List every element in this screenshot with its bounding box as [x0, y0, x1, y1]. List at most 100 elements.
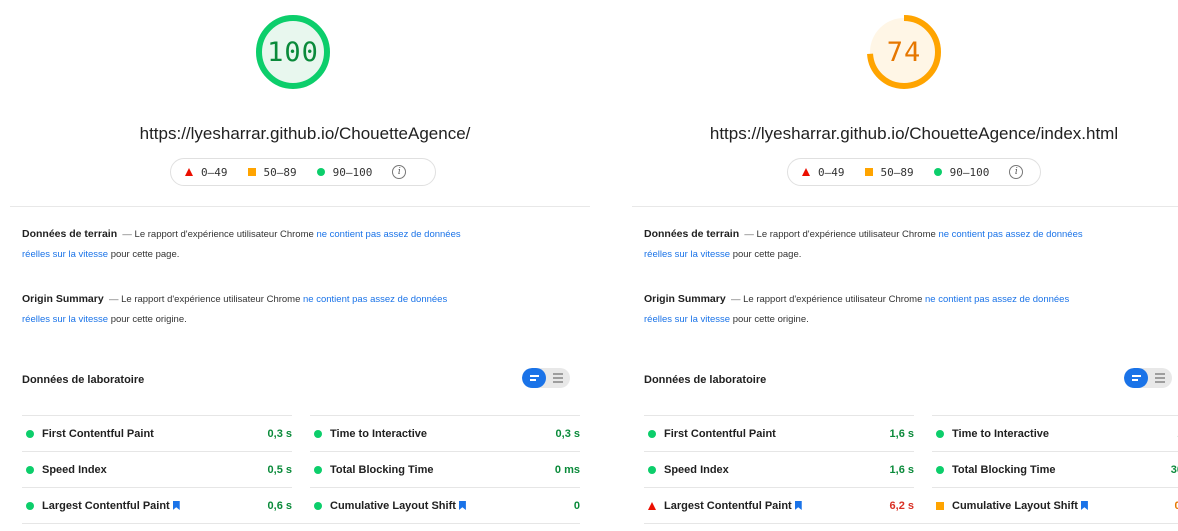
metric-name: Cumulative Layout Shift — [330, 500, 574, 512]
field-data-section: Données de terrain — Le rapport d'expéri… — [22, 228, 461, 260]
info-icon[interactable]: i — [1009, 165, 1024, 179]
report-panel-right: 74 https://lyesharrar.github.io/Chouette… — [632, 0, 1178, 531]
lab-data-heading: Données de laboratoire — [22, 374, 145, 386]
metric-row: First Contentful Paint 0,3 s — [22, 415, 292, 451]
metric-row: Speed Index 0,5 s — [22, 451, 292, 487]
circle-icon — [648, 465, 656, 474]
score-gauge: 100 — [255, 14, 331, 90]
square-icon — [936, 501, 944, 510]
circle-icon — [936, 465, 944, 474]
report-url: https://lyesharrar.github.io/ChouetteAge… — [709, 124, 1119, 143]
bookmark-icon[interactable] — [172, 501, 180, 510]
field-data-section: Données de terrain — Le rapport d'expéri… — [644, 228, 1083, 260]
view-toggle[interactable] — [522, 368, 570, 388]
list-view-icon[interactable] — [1148, 368, 1172, 388]
metric-label: First Contentful Paint — [42, 427, 154, 440]
list-view-icon[interactable] — [546, 368, 570, 388]
metric-label: Time to Interactive — [952, 427, 1049, 440]
divider — [644, 523, 1178, 524]
metric-value: 0 ms — [554, 463, 580, 476]
metric-value: 6,2 s — [889, 499, 914, 512]
metric-row: Largest Contentful Paint 0,6 s — [22, 487, 292, 523]
circle-icon — [314, 465, 322, 474]
info-icon[interactable]: i — [392, 165, 407, 179]
field-data-text: Le rapport d'expérience utilisateur Chro… — [134, 229, 314, 240]
metric-name: First Contentful Paint — [664, 428, 890, 440]
status-indicator — [310, 429, 330, 438]
bookmark-icon[interactable] — [458, 501, 466, 510]
divider — [632, 206, 1178, 207]
metric-row: Time to Interactive2,3 s — [932, 415, 1178, 451]
metric-label: Cumulative Layout Shift — [330, 499, 456, 512]
triangle-icon — [802, 168, 810, 176]
status-indicator — [932, 501, 952, 510]
field-data-heading: Données de terrain — [22, 228, 118, 240]
view-toggle[interactable] — [1124, 368, 1172, 388]
origin-summary-text: Le rapport d'expérience utilisateur Chro… — [743, 294, 923, 305]
origin-summary-heading: Origin Summary — [644, 293, 726, 305]
circle-icon — [26, 429, 34, 438]
legend-average-label: 50–89 — [880, 165, 914, 179]
legend-fail: 0–49 — [802, 166, 845, 179]
status-indicator — [644, 429, 664, 438]
square-icon — [864, 168, 873, 176]
metric-name: Largest Contentful Paint — [42, 500, 268, 512]
compact-view-icon[interactable] — [522, 368, 546, 388]
origin-summary-section: Origin Summary — Le rapport d'expérience… — [644, 293, 1070, 325]
metric-row: Cumulative Layout Shift 0,132 — [932, 487, 1178, 523]
metric-row: First Contentful Paint 1,6 s — [644, 415, 914, 451]
score-legend: 0–49 50–89 90–100 i — [170, 158, 436, 186]
legend-fail-label: 0–49 — [201, 165, 228, 179]
origin-summary-heading: Origin Summary — [22, 293, 104, 305]
metrics-grid: First Contentful Paint 1,6 s Time to Inter… — [644, 415, 1178, 523]
origin-summary-text: Le rapport d'expérience utilisateur Chro… — [121, 294, 301, 305]
metric-name: Total Blocking Time — [952, 464, 1171, 476]
status-indicator — [644, 465, 664, 474]
metric-label: Largest Contentful Paint — [664, 499, 792, 512]
performance-score: 100 — [267, 36, 319, 68]
origin-summary-suffix: pour cette origine. — [110, 314, 187, 325]
lab-data-heading: Données de laboratoire — [644, 374, 767, 386]
report-url: https://lyesharrar.github.io/ChouetteAge… — [139, 124, 471, 143]
status-indicator — [932, 465, 952, 474]
bookmark-icon[interactable] — [794, 501, 802, 510]
score-gauge: 74 — [866, 14, 942, 90]
status-indicator — [22, 465, 42, 474]
metric-value: 0,3 s — [267, 427, 292, 440]
compact-view-icon[interactable] — [1124, 368, 1148, 388]
metric-name: Time to Interactive — [952, 428, 1178, 440]
circle-icon — [314, 501, 322, 510]
field-data-suffix: pour cette page. — [110, 249, 180, 260]
status-indicator — [22, 501, 42, 510]
metric-value: 0,6 s — [267, 499, 292, 512]
circle-icon — [314, 429, 322, 438]
metric-label: Speed Index — [664, 463, 729, 476]
performance-score: 74 — [886, 36, 922, 68]
metric-label: First Contentful Paint — [664, 427, 776, 440]
status-indicator — [644, 501, 664, 510]
origin-summary-section: Origin Summary — Le rapport d'expérience… — [22, 293, 448, 325]
legend-fail-label: 0–49 — [818, 165, 845, 179]
metric-name: Speed Index — [42, 464, 268, 476]
metric-value: 0,3 s — [555, 427, 580, 440]
metric-label: Time to Interactive — [330, 427, 427, 440]
metric-name: First Contentful Paint — [42, 428, 268, 440]
divider — [10, 206, 590, 207]
field-data-suffix: pour cette page. — [732, 249, 802, 260]
triangle-icon — [185, 168, 193, 176]
bookmark-icon[interactable] — [1080, 501, 1088, 510]
metric-row: Total Blocking Time 0 ms — [310, 451, 580, 487]
status-indicator — [22, 429, 42, 438]
metric-name: Cumulative Layout Shift — [952, 500, 1174, 512]
status-indicator — [310, 501, 330, 510]
metric-value: 1,6 s — [889, 427, 914, 440]
circle-icon — [316, 168, 325, 176]
legend-fail: 0–49 — [185, 166, 228, 179]
legend-average: 50–89 — [864, 165, 914, 179]
metric-row: Time to Interactive 0,3 s — [310, 415, 580, 451]
circle-icon — [26, 465, 34, 474]
metric-row: Total Blocking Time 30 ms — [932, 451, 1178, 487]
status-indicator — [932, 429, 952, 438]
field-data-text: Le rapport d'expérience utilisateur Chro… — [756, 229, 936, 240]
metric-value: 0,132 — [1174, 499, 1178, 512]
